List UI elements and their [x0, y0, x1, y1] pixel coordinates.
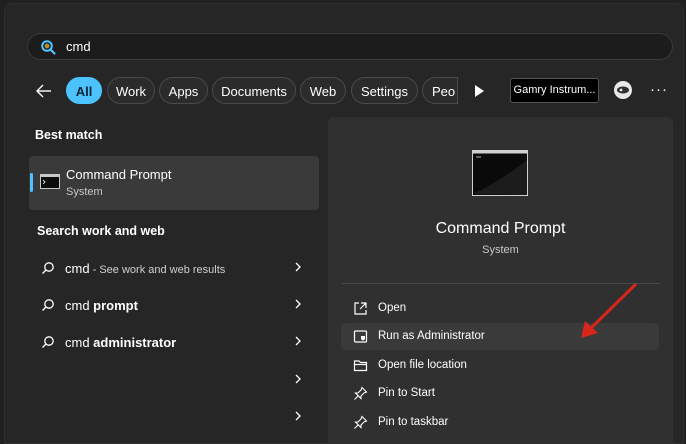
web-result-row[interactable]: cmd administrator: [29, 325, 319, 361]
filter-chip-documents[interactable]: Documents: [212, 77, 296, 104]
action-label: Open: [378, 302, 407, 314]
preview-subtitle: System: [482, 244, 519, 256]
best-match-item[interactable]: Command Prompt System: [29, 156, 319, 210]
annotation-arrow-icon: [581, 283, 637, 338]
action-label: Pin to Start: [378, 387, 435, 399]
preview-title: Command Prompt: [435, 220, 566, 237]
action-label: Pin to taskbar: [378, 416, 449, 428]
search-icon: [41, 39, 56, 55]
open-icon: [354, 302, 367, 315]
more-options-icon[interactable]: ···: [650, 81, 668, 98]
chevron-right-icon: [295, 299, 301, 309]
result-suffix: - See work and web results: [89, 264, 226, 276]
scroll-right-icon[interactable]: [473, 84, 485, 98]
avatar-icon[interactable]: [613, 80, 633, 100]
back-arrow-icon[interactable]: [34, 81, 54, 101]
result-query: cmd: [65, 335, 94, 350]
best-match-name: Command Prompt: [66, 167, 172, 182]
filter-bar: All Work Apps Documents Web Settings Peo…: [32, 77, 672, 105]
search-icon: [42, 262, 54, 274]
search-input[interactable]: cmd: [66, 39, 91, 54]
folder-icon: [353, 360, 368, 372]
search-icon: [42, 336, 54, 348]
best-match-heading: Best match: [35, 128, 103, 142]
search-web-heading: Search work and web: [37, 224, 165, 238]
best-match-type: System: [66, 186, 103, 198]
action-pin-to-taskbar[interactable]: Pin to taskbar: [341, 409, 659, 436]
pin-icon: [354, 415, 368, 429]
result-query: cmd: [65, 298, 94, 313]
filter-chip-all[interactable]: All: [66, 77, 102, 104]
chevron-right-icon: [295, 411, 301, 421]
web-result-row[interactable]: [29, 400, 319, 436]
command-prompt-icon: [472, 150, 528, 196]
search-icon: [42, 299, 54, 311]
pin-icon: [354, 386, 368, 400]
chevron-right-icon: [295, 374, 301, 384]
command-prompt-icon: [40, 174, 60, 189]
search-box[interactable]: cmd: [27, 33, 673, 60]
filter-chip-apps[interactable]: Apps: [159, 77, 208, 104]
result-bold-term: administrator: [93, 335, 177, 350]
chevron-right-icon: [295, 336, 301, 346]
result-bold-term: prompt: [93, 298, 138, 313]
shield-icon: [353, 330, 368, 343]
web-result-row[interactable]: [29, 363, 319, 399]
action-pin-to-start[interactable]: Pin to Start: [341, 380, 659, 407]
filter-chip-settings[interactable]: Settings: [351, 77, 418, 104]
filter-chip-web[interactable]: Web: [300, 77, 346, 104]
account-badge[interactable]: Gamry Instrum...: [510, 78, 599, 103]
result-query: cmd: [65, 261, 90, 276]
action-label: Open file location: [378, 359, 467, 371]
action-open-file-location[interactable]: Open file location: [341, 352, 659, 379]
web-result-row[interactable]: cmd - See work and web results: [29, 251, 319, 287]
chevron-right-icon: [295, 262, 301, 272]
selection-indicator: [30, 173, 33, 192]
filter-chip-work[interactable]: Work: [107, 77, 155, 104]
web-result-row[interactable]: cmd prompt: [29, 288, 319, 324]
action-label: Run as Administrator: [378, 330, 485, 342]
filter-chip-people[interactable]: Peo: [422, 77, 458, 104]
